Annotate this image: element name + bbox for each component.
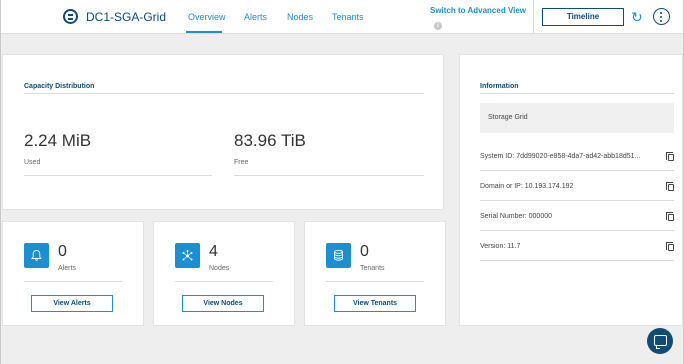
information-title-divider bbox=[480, 93, 674, 94]
copy-system-id-icon[interactable] bbox=[666, 152, 674, 161]
app-title: DC1-SGA-Grid bbox=[86, 10, 167, 24]
version-value: 11.7 bbox=[507, 243, 521, 250]
timeline-button[interactable]: Timeline bbox=[542, 8, 624, 26]
storage-grid-banner: Storage Grid bbox=[480, 103, 674, 133]
view-tenants-button[interactable]: View Tenants bbox=[334, 295, 416, 312]
tenants-divider bbox=[326, 281, 424, 282]
active-tab-indicator bbox=[186, 31, 222, 33]
version-row: Version: 11.7 bbox=[480, 243, 520, 250]
nodes-icon-box bbox=[175, 243, 200, 268]
version-label: Version: bbox=[480, 243, 506, 250]
bell-icon bbox=[31, 250, 42, 261]
header-divider bbox=[533, 0, 534, 34]
domain-value: 10.193.174.192 bbox=[524, 183, 574, 190]
left-edge bbox=[0, 0, 1, 364]
used-divider bbox=[24, 175, 212, 176]
tab-tenants[interactable]: Tenants bbox=[332, 12, 364, 22]
system-id-divider bbox=[480, 170, 674, 171]
alerts-count: 0 bbox=[58, 243, 67, 260]
copy-version-icon[interactable] bbox=[666, 242, 674, 251]
nodes-icon bbox=[182, 250, 193, 261]
nodes-count: 4 bbox=[209, 243, 218, 260]
domain-row: Domain or IP: 10.193.174.192 bbox=[480, 183, 573, 190]
tenants-icon-box bbox=[326, 243, 351, 268]
alerts-count-label: Alerts bbox=[58, 265, 76, 272]
alerts-divider bbox=[24, 281, 122, 282]
version-divider bbox=[480, 260, 674, 261]
top-bar: DC1-SGA-Grid Overview Alerts Nodes Tenan… bbox=[0, 0, 684, 34]
alerts-icon-box bbox=[24, 243, 49, 268]
information-card bbox=[459, 54, 683, 326]
capacity-title: Capacity Distribution bbox=[24, 83, 95, 90]
serial-value: 000000 bbox=[528, 213, 552, 220]
tenants-count: 0 bbox=[360, 243, 369, 260]
more-options-icon[interactable] bbox=[653, 8, 670, 25]
serial-row: Serial Number: 000000 bbox=[480, 213, 552, 220]
used-label: Used bbox=[24, 159, 41, 166]
view-alerts-button[interactable]: View Alerts bbox=[31, 295, 113, 312]
serial-divider bbox=[480, 230, 674, 231]
copy-domain-icon[interactable] bbox=[666, 182, 674, 191]
tab-overview[interactable]: Overview bbox=[188, 12, 226, 22]
nodes-count-label: Nodes bbox=[209, 265, 230, 272]
serial-label: Serial Number: bbox=[480, 213, 527, 220]
system-id-label: System ID: bbox=[480, 153, 515, 160]
system-id-row: System ID: 7dd99020-e858-4da7-ad42-abb18… bbox=[480, 153, 640, 160]
tab-alerts[interactable]: Alerts bbox=[244, 12, 267, 22]
database-icon bbox=[334, 249, 343, 261]
copy-serial-icon[interactable] bbox=[666, 212, 674, 221]
domain-divider bbox=[480, 200, 674, 201]
tab-nodes[interactable]: Nodes bbox=[287, 12, 313, 22]
chat-support-icon[interactable] bbox=[647, 328, 673, 354]
refresh-icon[interactable]: ↻ bbox=[631, 9, 643, 25]
free-value: 83.96 TiB bbox=[234, 131, 306, 150]
switch-advanced-view-link[interactable]: Switch to Advanced View bbox=[430, 6, 526, 15]
tenants-count-label: Tenants bbox=[360, 265, 385, 272]
free-divider bbox=[234, 175, 424, 176]
free-label: Free bbox=[234, 159, 249, 166]
view-nodes-button[interactable]: View Nodes bbox=[182, 295, 264, 312]
info-icon[interactable]: i bbox=[434, 22, 442, 30]
used-value: 2.24 MiB bbox=[24, 131, 92, 150]
capacity-title-divider bbox=[24, 93, 424, 94]
storage-grid-label: Storage Grid bbox=[488, 114, 528, 121]
system-id-value: 7dd99020-e858-4da7-ad42-abb18d51... bbox=[516, 153, 641, 160]
information-title: Information bbox=[480, 83, 519, 90]
storagegrid-logo-icon bbox=[63, 9, 78, 24]
nodes-divider bbox=[175, 281, 273, 282]
domain-label: Domain or IP: bbox=[480, 183, 523, 190]
